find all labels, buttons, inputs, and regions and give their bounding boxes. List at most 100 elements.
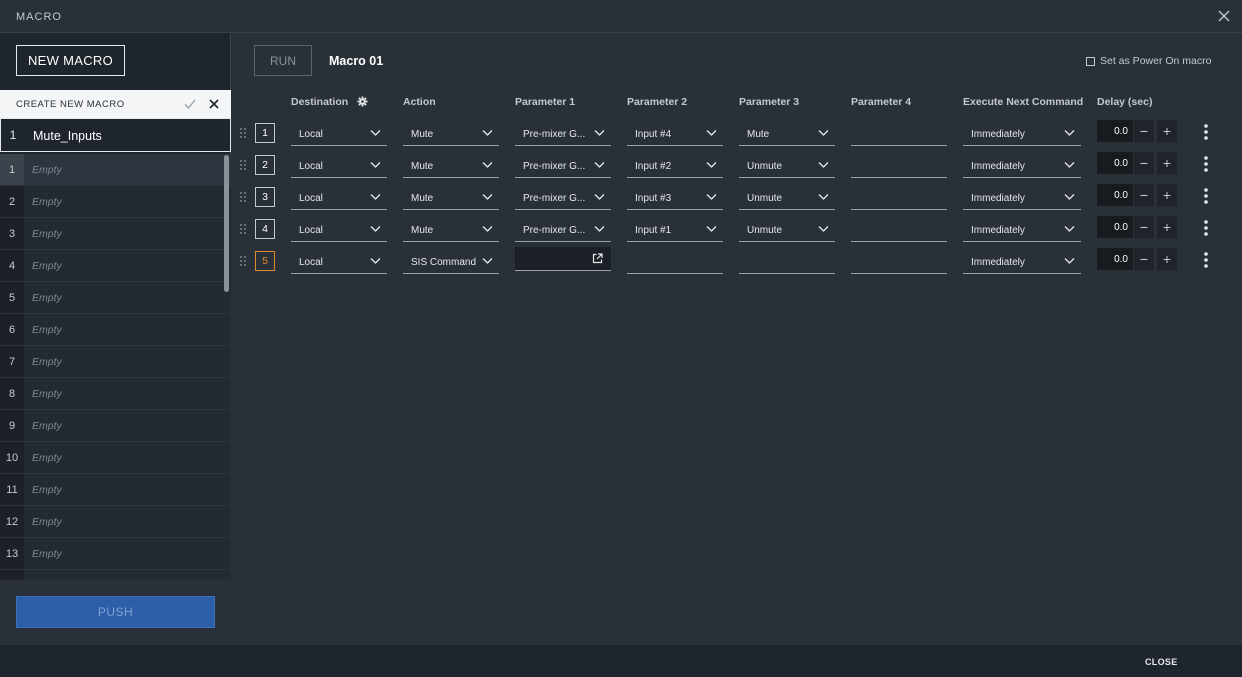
delay-decrement-button[interactable]: − — [1134, 248, 1154, 270]
push-button[interactable]: PUSH — [16, 596, 215, 628]
drag-handle-icon[interactable] — [238, 191, 248, 203]
macro-list-item[interactable]: 5 Empty — [0, 282, 231, 314]
drag-handle-icon[interactable] — [238, 127, 248, 139]
checkbox-box[interactable] — [1086, 56, 1095, 66]
more-options-icon[interactable] — [1202, 123, 1210, 141]
param4-empty[interactable] — [851, 184, 947, 210]
macro-list-item[interactable]: 1 Empty — [0, 154, 231, 186]
destination-select[interactable]: Local — [291, 184, 387, 210]
drag-handle-icon[interactable] — [238, 223, 248, 235]
macro-list-item[interactable]: 7 Empty — [0, 346, 231, 378]
param3-select-value: Unmute — [747, 161, 783, 172]
param4-empty[interactable] — [851, 152, 947, 178]
scrollbar[interactable] — [224, 155, 229, 292]
macro-list-item[interactable]: 9 Empty — [0, 410, 231, 442]
delay-increment-button[interactable]: + — [1157, 184, 1177, 206]
macro-list-item[interactable]: 3 Empty — [0, 218, 231, 250]
row-number[interactable]: 2 — [255, 155, 275, 175]
external-link-icon[interactable] — [592, 253, 603, 264]
destination-select[interactable]: Local — [291, 152, 387, 178]
destination-select[interactable]: Local — [291, 248, 387, 274]
delay-input[interactable]: 0.0 — [1097, 248, 1133, 270]
macro-list-item[interactable]: 14 — [0, 570, 231, 580]
macro-list-item[interactable]: 13 Empty — [0, 538, 231, 570]
delay-decrement-button[interactable]: − — [1134, 216, 1154, 238]
destination-select[interactable]: Local — [291, 216, 387, 242]
destination-select[interactable]: Local — [291, 120, 387, 146]
delay-input[interactable]: 0.0 — [1097, 216, 1133, 238]
param2-select[interactable]: Input #2 — [627, 152, 723, 178]
macro-list-item[interactable]: 11 Empty — [0, 474, 231, 506]
execute-next-select[interactable]: Immediately — [963, 248, 1081, 274]
macro-list-item[interactable]: 4 Empty — [0, 250, 231, 282]
macro-list-item[interactable]: 10 Empty — [0, 442, 231, 474]
param1-select[interactable]: Pre-mixer G... — [515, 216, 611, 242]
cancel-icon[interactable] — [207, 97, 221, 111]
param3-select[interactable]: Unmute — [739, 184, 835, 210]
delay-increment-button[interactable]: + — [1157, 152, 1177, 174]
action-select[interactable]: Mute — [403, 120, 499, 146]
param4-empty[interactable] — [851, 248, 947, 274]
row-number[interactable]: 3 — [255, 187, 275, 207]
row-number[interactable]: 5 — [255, 251, 275, 271]
execute-next-select[interactable]: Immediately — [963, 120, 1081, 146]
action-select[interactable]: Mute — [403, 184, 499, 210]
param3-empty[interactable] — [739, 248, 835, 274]
sis-command-field[interactable] — [515, 247, 611, 271]
delay-increment-button[interactable]: + — [1157, 120, 1177, 142]
action-select[interactable]: SIS Command — [403, 248, 499, 274]
execute-next-select[interactable]: Immediately — [963, 216, 1081, 242]
delay-decrement-button[interactable]: − — [1134, 184, 1154, 206]
delay-decrement-button[interactable]: − — [1134, 152, 1154, 174]
chevron-down-icon — [1064, 258, 1075, 264]
action-select[interactable]: Mute — [403, 216, 499, 242]
macro-list-number: 12 — [0, 506, 24, 537]
param2-select[interactable]: Input #4 — [627, 120, 723, 146]
delay-decrement-button[interactable]: − — [1134, 120, 1154, 142]
more-options-icon[interactable] — [1202, 219, 1210, 237]
macro-name-input[interactable] — [33, 127, 213, 145]
param4-empty[interactable] — [851, 216, 947, 242]
execute-next-select[interactable]: Immediately — [963, 184, 1081, 210]
more-options-icon[interactable] — [1202, 187, 1210, 205]
new-macro-button[interactable]: NEW MACRO — [16, 45, 125, 76]
drag-handle-icon[interactable] — [238, 159, 248, 171]
more-options-icon[interactable] — [1202, 251, 1210, 269]
delay-input[interactable]: 0.0 — [1097, 184, 1133, 206]
param1-select[interactable]: Pre-mixer G... — [515, 184, 611, 210]
param1-select[interactable]: Pre-mixer G... — [515, 152, 611, 178]
delay-increment-button[interactable]: + — [1157, 248, 1177, 270]
more-options-icon[interactable] — [1202, 155, 1210, 173]
destination-select-value: Local — [299, 161, 323, 172]
param3-select[interactable]: Unmute — [739, 152, 835, 178]
create-macro-label: CREATE NEW MACRO — [16, 99, 125, 110]
chevron-down-icon — [818, 162, 829, 168]
power-on-checkbox[interactable]: Set as Power On macro — [1086, 55, 1211, 67]
action-select[interactable]: Mute — [403, 152, 499, 178]
drag-handle-icon[interactable] — [238, 255, 248, 267]
macro-list-item[interactable]: 6 Empty — [0, 314, 231, 346]
chevron-down-icon — [370, 226, 381, 232]
run-button[interactable]: RUN — [254, 45, 312, 76]
row-number[interactable]: 1 — [255, 123, 275, 143]
create-macro-bar: CREATE NEW MACRO — [0, 90, 231, 118]
row-number[interactable]: 4 — [255, 219, 275, 239]
param1-select[interactable]: Pre-mixer G... — [515, 120, 611, 146]
param4-empty[interactable] — [851, 120, 947, 146]
param3-select[interactable]: Mute — [739, 120, 835, 146]
close-icon[interactable] — [1216, 8, 1232, 24]
macro-list-item[interactable]: 2 Empty — [0, 186, 231, 218]
close-button[interactable]: CLOSE — [1145, 657, 1178, 667]
check-icon[interactable] — [183, 97, 197, 111]
gear-icon[interactable] — [357, 96, 368, 107]
macro-list-item[interactable]: 12 Empty — [0, 506, 231, 538]
macro-list-item[interactable]: 8 Empty — [0, 378, 231, 410]
delay-increment-button[interactable]: + — [1157, 216, 1177, 238]
param3-select[interactable]: Unmute — [739, 216, 835, 242]
param2-empty[interactable] — [627, 248, 723, 274]
param2-select[interactable]: Input #1 — [627, 216, 723, 242]
delay-input[interactable]: 0.0 — [1097, 120, 1133, 142]
param2-select[interactable]: Input #3 — [627, 184, 723, 210]
delay-input[interactable]: 0.0 — [1097, 152, 1133, 174]
execute-next-select[interactable]: Immediately — [963, 152, 1081, 178]
